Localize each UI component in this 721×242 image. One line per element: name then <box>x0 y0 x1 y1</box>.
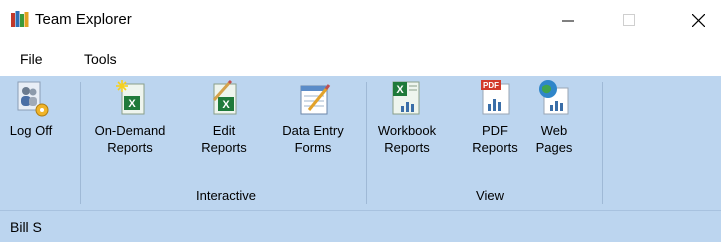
close-button[interactable] <box>675 0 721 40</box>
svg-text:X: X <box>128 98 136 110</box>
group-divider <box>80 82 81 204</box>
group-divider <box>602 82 603 204</box>
maximize-button[interactable] <box>606 0 652 40</box>
log-off-label: Log Off <box>9 123 53 138</box>
web-pages-button[interactable]: Web Pages <box>530 78 578 156</box>
close-icon <box>692 14 705 27</box>
pdf-reports-button[interactable]: PDF PDF Reports <box>470 78 520 156</box>
log-off-button[interactable]: Log Off <box>6 78 56 139</box>
group-divider <box>366 82 367 204</box>
excel-chart-icon: X <box>392 81 420 115</box>
ribbon: Log Off X On-Demand Reports X Edit Repor… <box>0 76 721 210</box>
svg-text:PDF: PDF <box>483 81 499 90</box>
excel-pencil-icon: X <box>212 79 237 115</box>
menu-file[interactable]: File <box>20 51 43 67</box>
books-icon <box>11 11 29 27</box>
edit-reports-button[interactable]: X Edit Reports <box>194 78 254 156</box>
group-label-interactive: Interactive <box>196 188 256 203</box>
pdf-reports-label: PDF Reports <box>472 123 518 155</box>
svg-text:X: X <box>222 99 230 111</box>
on-demand-reports-label: On-Demand Reports <box>94 123 166 155</box>
data-entry-forms-button[interactable]: Data Entry Forms <box>278 78 348 156</box>
status-bar: Bill S <box>0 210 721 242</box>
title-bar: Team Explorer <box>0 0 721 40</box>
group-label-view: View <box>476 188 504 203</box>
form-pencil-icon <box>300 84 331 115</box>
pdf-chart-icon: PDF <box>481 80 510 115</box>
on-demand-reports-button[interactable]: X On-Demand Reports <box>90 78 170 156</box>
status-user-name: Bill S <box>10 219 42 235</box>
minimize-button[interactable] <box>545 0 591 40</box>
excel-sparkle-icon: X <box>116 80 145 115</box>
workbook-reports-button[interactable]: X Workbook Reports <box>374 78 440 156</box>
menu-tools[interactable]: Tools <box>84 51 117 67</box>
workbook-reports-label: Workbook Reports <box>377 123 437 155</box>
minimize-icon <box>562 20 574 22</box>
web-pages-label: Web Pages <box>535 123 573 155</box>
svg-text:X: X <box>396 84 404 96</box>
window-title: Team Explorer <box>35 11 132 28</box>
globe-chart-icon <box>539 80 569 115</box>
maximize-icon <box>623 14 635 26</box>
users-gear-icon <box>17 81 49 117</box>
data-entry-forms-label: Data Entry Forms <box>282 123 344 155</box>
edit-reports-label: Edit Reports <box>201 123 247 155</box>
menu-bar: File Tools <box>0 44 721 74</box>
